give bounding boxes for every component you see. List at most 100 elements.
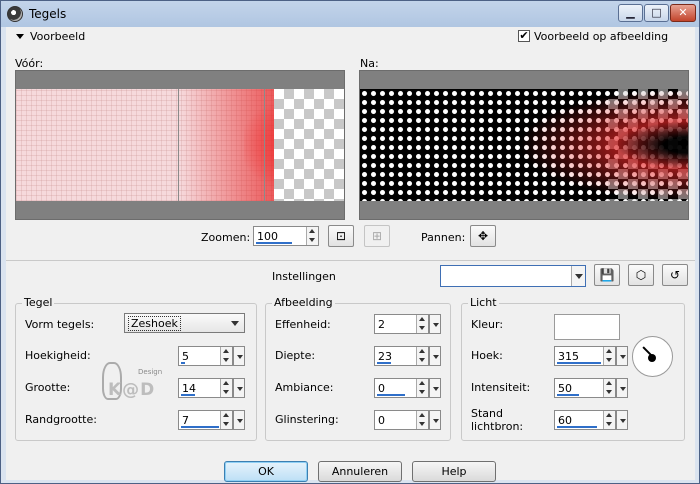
- zoom-actual-size-button[interactable]: ⊞: [364, 225, 390, 247]
- spin-up-icon[interactable]: [223, 381, 229, 385]
- zoom-fit-button[interactable]: ⊡: [328, 225, 354, 247]
- spin-up-icon[interactable]: [223, 413, 229, 417]
- spin-up-icon[interactable]: [419, 413, 425, 417]
- light-color-label: Kleur:: [471, 318, 504, 331]
- light-angle-dial[interactable]: [632, 336, 673, 377]
- spin-down-icon[interactable]: [419, 422, 425, 426]
- light-source-slider-dropdown[interactable]: [616, 410, 628, 430]
- spin-down-icon[interactable]: [606, 422, 612, 426]
- size-spin-arrows[interactable]: [220, 379, 232, 397]
- settings-label: Instellingen: [272, 270, 336, 283]
- spin-down-icon[interactable]: [419, 358, 425, 362]
- resource-manager-button[interactable]: ⬡: [628, 264, 654, 286]
- spin-up-icon[interactable]: [606, 381, 612, 385]
- shine-stepper[interactable]: 0: [374, 410, 441, 430]
- preview-on-image-checkbox[interactable]: ✔: [518, 30, 530, 42]
- ambience-spin-arrows[interactable]: [416, 379, 428, 397]
- minimize-button[interactable]: ▁: [618, 4, 643, 22]
- depth-slider-dropdown[interactable]: [429, 346, 441, 366]
- title-bar[interactable]: Tegels ▁ □ ✕: [1, 1, 699, 27]
- angularity-label: Hoekigheid:: [25, 349, 91, 362]
- minimize-icon: ▁: [626, 6, 635, 19]
- light-angle-spin-arrows[interactable]: [603, 347, 615, 365]
- intensity-underline: [557, 394, 579, 396]
- tile-shape-dropdown[interactable]: Zeshoek: [124, 313, 245, 333]
- tile-shape-value: Zeshoek: [128, 316, 181, 331]
- spin-up-icon[interactable]: [309, 229, 315, 233]
- depth-spin-arrows[interactable]: [416, 347, 428, 365]
- cancel-button[interactable]: Annuleren: [318, 461, 402, 482]
- spin-down-icon[interactable]: [223, 358, 229, 362]
- smoothness-spin-arrows[interactable]: [416, 315, 428, 333]
- spin-down-icon[interactable]: [309, 238, 315, 242]
- border-size-slider-dropdown[interactable]: [233, 410, 245, 430]
- group-tegel-title: Tegel: [22, 296, 55, 309]
- shine-spin-arrows[interactable]: [416, 411, 428, 429]
- ambience-underline: [377, 394, 405, 396]
- before-transparency-checker: [274, 89, 344, 201]
- intensity-slider-dropdown[interactable]: [616, 378, 628, 398]
- shine-slider-dropdown[interactable]: [429, 410, 441, 430]
- spin-up-icon[interactable]: [419, 381, 425, 385]
- close-button[interactable]: ✕: [670, 4, 696, 22]
- border-size-stepper[interactable]: 7: [178, 410, 245, 430]
- smoothness-label: Effenheid:: [275, 318, 331, 331]
- light-source-label-line1: Stand: [471, 407, 503, 420]
- spin-up-icon[interactable]: [223, 349, 229, 353]
- pan-button[interactable]: ✥: [470, 225, 496, 247]
- light-angle-underline: [557, 362, 601, 364]
- ok-button[interactable]: OK: [224, 461, 308, 482]
- intensity-spin-arrows[interactable]: [603, 379, 615, 397]
- preview-toggle-label[interactable]: Voorbeeld: [30, 30, 85, 43]
- collapse-preview-icon[interactable]: [16, 34, 24, 39]
- help-button[interactable]: Help: [412, 461, 496, 482]
- smoothness-stepper[interactable]: 2: [374, 314, 441, 334]
- light-angle-stepper[interactable]: 315: [554, 346, 628, 366]
- ambience-stepper[interactable]: 0: [374, 378, 441, 398]
- spin-down-icon[interactable]: [223, 422, 229, 426]
- light-source-stepper[interactable]: 60: [554, 410, 628, 430]
- size-slider-dropdown[interactable]: [233, 378, 245, 398]
- maximize-button[interactable]: □: [644, 4, 669, 22]
- smoothness-slider-dropdown[interactable]: [429, 314, 441, 334]
- reset-button[interactable]: ↺: [662, 264, 688, 286]
- border-size-spin-arrows[interactable]: [220, 411, 232, 429]
- after-preview-pane[interactable]: [359, 70, 689, 220]
- group-afbeelding-title: Afbeelding: [272, 296, 335, 309]
- size-stepper[interactable]: 14: [178, 378, 245, 398]
- dialog-client: Voorbeeld ✔ Voorbeeld op afbeelding Vóór…: [6, 27, 695, 482]
- depth-label: Diepte:: [275, 349, 316, 362]
- depth-stepper[interactable]: 23: [374, 346, 441, 366]
- spin-down-icon[interactable]: [419, 390, 425, 394]
- watermark-logo: K@D Design: [96, 362, 171, 406]
- spin-up-icon[interactable]: [419, 349, 425, 353]
- zoom-stepper[interactable]: 100: [253, 226, 319, 246]
- before-preview-pane[interactable]: [15, 70, 345, 220]
- angularity-stepper[interactable]: 5: [178, 346, 245, 366]
- chevron-down-icon[interactable]: [231, 321, 239, 326]
- light-color-swatch[interactable]: [554, 314, 620, 340]
- spin-down-icon[interactable]: [606, 358, 612, 362]
- preview-on-image-label[interactable]: Voorbeeld op afbeelding: [534, 30, 668, 43]
- maximize-icon: □: [651, 6, 662, 19]
- tile-shape-label: Vorm tegels:: [25, 318, 95, 331]
- spin-down-icon[interactable]: [606, 390, 612, 394]
- chevron-down-icon[interactable]: [571, 266, 585, 286]
- spin-up-icon[interactable]: [606, 413, 612, 417]
- ambience-slider-dropdown[interactable]: [429, 378, 441, 398]
- after-red-gradient: [518, 89, 688, 201]
- shine-value[interactable]: 0: [378, 414, 385, 427]
- light-source-spin-arrows[interactable]: [603, 411, 615, 429]
- smoothness-value[interactable]: 2: [378, 318, 385, 331]
- intensity-stepper[interactable]: 50: [554, 378, 628, 398]
- spin-down-icon[interactable]: [419, 326, 425, 330]
- spin-up-icon[interactable]: [606, 349, 612, 353]
- save-preset-button[interactable]: 💾: [594, 264, 620, 286]
- spin-down-icon[interactable]: [223, 390, 229, 394]
- zoom-spin-arrows[interactable]: [306, 227, 318, 245]
- angularity-slider-dropdown[interactable]: [233, 346, 245, 366]
- angularity-spin-arrows[interactable]: [220, 347, 232, 365]
- preset-dropdown[interactable]: [440, 265, 586, 287]
- light-angle-slider-dropdown[interactable]: [616, 346, 628, 366]
- spin-up-icon[interactable]: [419, 317, 425, 321]
